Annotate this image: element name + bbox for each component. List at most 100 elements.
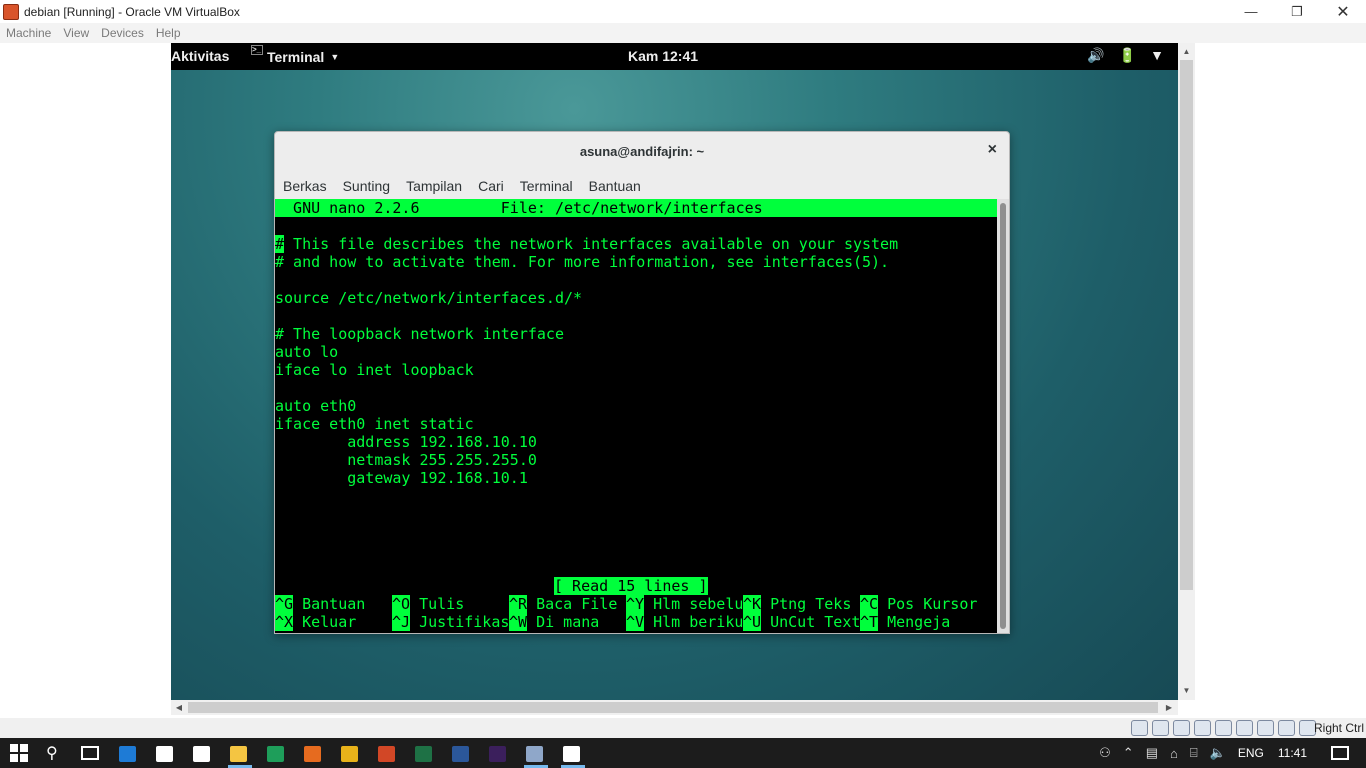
virtualbox-icon[interactable] (526, 746, 543, 762)
gnome-top-bar: Aktivitas >_ Terminal ▼ Kam 12:41 🔊 🔋 ▼ (171, 43, 1178, 70)
excel-icon[interactable] (415, 746, 432, 762)
host-key-indicator: Right Ctrl (1313, 721, 1364, 735)
menu-machine[interactable]: Machine (0, 26, 57, 40)
menu-terminal[interactable]: Terminal (512, 178, 581, 194)
chevron-up-icon[interactable]: ⌃ (1123, 745, 1134, 761)
task-view-icon[interactable] (81, 746, 99, 760)
volume-icon[interactable]: 🔊 (1087, 47, 1104, 64)
text-line: address 192.168.10.10 (275, 433, 537, 451)
guest-desktop[interactable]: Aktivitas >_ Terminal ▼ Kam 12:41 🔊 🔋 ▼ … (171, 43, 1178, 700)
device-status-icons (1131, 720, 1316, 736)
network-icon[interactable]: ⌸ (1190, 745, 1198, 761)
virtualbox-app-icon (3, 3, 19, 20)
shortcut-keluar: ^X Keluar (275, 613, 393, 631)
text-line: netmask 255.255.255.0 (275, 451, 537, 469)
shortcut-mengeja: ^T Mengeja (860, 613, 951, 631)
vbox-statusbar: Right Ctrl (0, 718, 1366, 738)
nano-status-message: [ Read 15 lines ] (554, 577, 708, 595)
start-button[interactable] (10, 744, 28, 762)
text-line: auto lo (275, 343, 339, 361)
volume-icon[interactable]: 🔈 (1210, 745, 1226, 761)
shortcut-tulis: ^O Tulis (392, 595, 510, 613)
capture-icon[interactable] (1278, 720, 1295, 736)
taskbar-tray: ⚇ ⌃ ▤ ⌂ ⌸ 🔈 ENG 11:41 (1099, 738, 1366, 768)
shared-folder-icon[interactable] (1236, 720, 1253, 736)
text-line: source /etc/network/interfaces.d/* (275, 289, 583, 307)
text-line: iface eth0 inet static (275, 415, 474, 433)
powerpoint-icon[interactable] (378, 746, 395, 762)
word-icon[interactable] (452, 746, 469, 762)
chrome-icon[interactable] (341, 746, 358, 762)
window-title: debian [Running] - Oracle VM VirtualBox (24, 4, 240, 19)
photos-icon[interactable] (563, 746, 580, 762)
app-menu-terminal[interactable]: >_ Terminal ▼ (247, 43, 339, 70)
scroll-left-icon[interactable]: ◀ (172, 700, 186, 715)
spreadsheet-icon[interactable] (267, 746, 284, 762)
audio-icon[interactable] (1173, 720, 1190, 736)
vm-vertical-scroll-thumb[interactable] (1180, 60, 1193, 590)
display-icon[interactable] (1257, 720, 1274, 736)
mail-icon[interactable] (156, 746, 173, 762)
vm-horizontal-scroll-thumb[interactable] (188, 702, 1158, 713)
text-line: # This file describes the network interf… (275, 235, 899, 253)
system-tray[interactable]: 🔊 🔋 ▼ (1087, 47, 1164, 64)
menu-berkas[interactable]: Berkas (275, 178, 335, 194)
search-icon[interactable]: ⚲ (46, 743, 66, 763)
close-icon[interactable]: × (988, 141, 997, 159)
text-line: # The loopback network interface (275, 325, 564, 343)
minimize-button[interactable]: — (1228, 0, 1274, 23)
vbox-menubar: Machine View Devices Help (0, 23, 1366, 43)
terminal-icon: >_ (251, 45, 263, 55)
terminal-window[interactable]: asuna@andifajrin: ~ × Berkas Sunting Tam… (274, 131, 1010, 634)
network-icon[interactable] (1194, 720, 1211, 736)
language-indicator[interactable]: ENG (1238, 746, 1264, 760)
shortcut-di-mana: ^W Di mana (509, 613, 627, 631)
terminal-title: asuna@andifajrin: ~ (579, 143, 705, 159)
edge-icon[interactable] (119, 746, 136, 762)
chevron-down-icon[interactable]: ▼ (1150, 47, 1164, 64)
taskbar-clock[interactable]: 11:41 (1278, 746, 1307, 760)
text-cursor: # (275, 235, 285, 253)
shortcut-bantuan: ^G Bantuan (275, 595, 393, 613)
shortcut-justifikasi: ^J Justifikas (392, 613, 510, 631)
file-explorer-icon[interactable] (230, 746, 247, 762)
shortcut-hlm-sebelum: ^Y Hlm sebelu (626, 595, 744, 613)
notification-icon[interactable] (1331, 746, 1349, 760)
scroll-up-icon[interactable]: ▲ (1180, 45, 1193, 59)
usb-icon[interactable] (1215, 720, 1232, 736)
battery-icon[interactable]: ⌂ (1170, 746, 1178, 761)
nano-header: GNU nano 2.2.6 File: /etc/network/interf… (275, 199, 997, 217)
terminal-scrollbar[interactable] (997, 199, 1009, 633)
activities-button[interactable]: Aktivitas (171, 48, 229, 64)
firefox-icon[interactable] (304, 746, 321, 762)
menu-devices[interactable]: Devices (95, 26, 150, 40)
scroll-down-icon[interactable]: ▼ (1180, 684, 1193, 698)
scroll-right-icon[interactable]: ▶ (1162, 700, 1176, 715)
text-line: gateway 192.168.10.1 (275, 469, 528, 487)
shortcut-uncut-text: ^U UnCut Text (743, 613, 861, 631)
people-icon[interactable]: ⚇ (1099, 745, 1111, 761)
menu-view[interactable]: View (57, 26, 95, 40)
keyboard-icon[interactable]: ▤ (1146, 745, 1158, 761)
text-line: # and how to activate them. For more inf… (275, 253, 890, 271)
hard-disk-icon[interactable] (1131, 720, 1148, 736)
menu-bantuan[interactable]: Bantuan (581, 178, 649, 194)
battery-icon[interactable]: 🔋 (1119, 47, 1136, 64)
close-button[interactable]: ✕ (1320, 0, 1366, 23)
scrollbar-thumb[interactable] (1000, 203, 1006, 629)
chevron-down-icon: ▼ (330, 51, 340, 62)
optical-drive-icon[interactable] (1152, 720, 1169, 736)
clock[interactable]: Kam 12:41 (628, 48, 698, 64)
shortcut-pos-kursor: ^C Pos Kursor (860, 595, 978, 613)
menu-help[interactable]: Help (150, 26, 187, 40)
text-line: auto eth0 (275, 397, 357, 415)
shortcut-baca-file: ^R Baca File (509, 595, 627, 613)
shortcut-ptng-teks: ^K Ptng Teks (743, 595, 861, 613)
store-icon[interactable] (193, 746, 210, 762)
terminal-screen[interactable]: GNU nano 2.2.6 File: /etc/network/interf… (275, 199, 997, 633)
menu-sunting[interactable]: Sunting (335, 178, 398, 194)
restore-button[interactable]: ❐ (1274, 0, 1320, 23)
premiere-icon[interactable] (489, 746, 506, 762)
menu-cari[interactable]: Cari (470, 178, 512, 194)
menu-tampilan[interactable]: Tampilan (398, 178, 470, 194)
